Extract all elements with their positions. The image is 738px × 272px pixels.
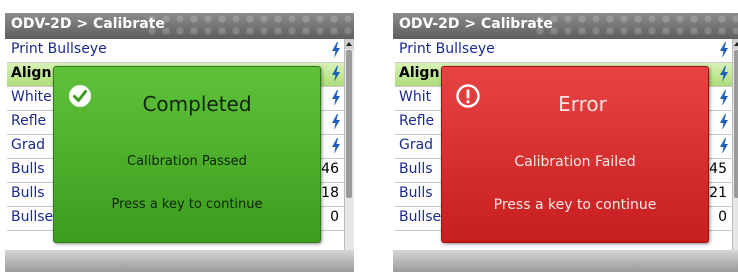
scroll-up-arrow-icon[interactable]	[345, 39, 354, 49]
menu-item-label: Print Bullseye	[11, 41, 107, 57]
calibrate-screen-right: ODV-2D > Calibrate Print Bullseye Align …	[393, 13, 738, 272]
scrollbar[interactable]	[344, 39, 354, 260]
menu-item-label: Refle	[399, 113, 435, 129]
menu-item-value: 0	[330, 209, 339, 225]
menu-item-label: Bulls	[399, 185, 433, 201]
lightning-icon	[331, 90, 341, 106]
lightning-icon	[331, 66, 341, 82]
scroll-thumb[interactable]	[734, 50, 738, 198]
lightning-icon	[719, 114, 729, 130]
dialog-message: Calibration Failed	[514, 154, 636, 170]
menu-item-label: Refle	[11, 113, 47, 129]
dialog-heading: Completed	[142, 92, 252, 116]
lightning-icon	[719, 90, 729, 106]
error-dialog[interactable]: Error Calibration Failed Press a key to …	[441, 66, 709, 243]
menu-item-label: Bulls	[399, 161, 433, 177]
menu-item-label: Grad	[11, 137, 46, 153]
title-bar: ODV-2D > Calibrate	[393, 13, 738, 39]
dialog-message: Calibration Passed	[127, 154, 247, 169]
dialog-prompt: Press a key to continue	[111, 197, 263, 212]
lightning-icon	[719, 42, 729, 58]
dialog-prompt: Press a key to continue	[493, 197, 657, 213]
lightning-icon	[719, 138, 729, 154]
calibrate-screen-left: ODV-2D > Calibrate Print Bullseye Align …	[5, 13, 354, 272]
menu-item-label: Bulls	[11, 161, 45, 177]
menu-item-print-bullseye[interactable]: Print Bullseye	[395, 39, 733, 63]
menu-item-value: 0	[718, 209, 727, 225]
menu-item-label: White	[11, 89, 52, 105]
lightning-icon	[719, 66, 729, 82]
menu-item-label: Grad	[399, 137, 434, 153]
scroll-up-arrow-icon[interactable]	[733, 39, 738, 49]
menu-item-label: Bulls	[11, 185, 45, 201]
lightning-icon	[331, 138, 341, 154]
menu-item-label: Print Bullseye	[399, 41, 495, 57]
footer-bar	[393, 250, 738, 272]
footer-bar	[5, 250, 354, 272]
menu-item-label: Whit	[399, 89, 432, 105]
title-bar: ODV-2D > Calibrate	[5, 13, 354, 39]
menu-item-label: Align	[11, 65, 52, 81]
lightning-icon	[331, 114, 341, 130]
scroll-thumb[interactable]	[346, 50, 352, 198]
lightning-icon	[331, 42, 341, 58]
dialog-heading: Error	[558, 92, 607, 116]
menu-item-print-bullseye[interactable]: Print Bullseye	[7, 39, 345, 63]
screen-title: ODV-2D > Calibrate	[11, 16, 165, 32]
success-dialog[interactable]: Completed Calibration Passed Press a key…	[53, 66, 321, 243]
menu-item-label: Align	[399, 65, 440, 81]
screen-title: ODV-2D > Calibrate	[399, 16, 553, 32]
scrollbar[interactable]	[732, 39, 738, 260]
